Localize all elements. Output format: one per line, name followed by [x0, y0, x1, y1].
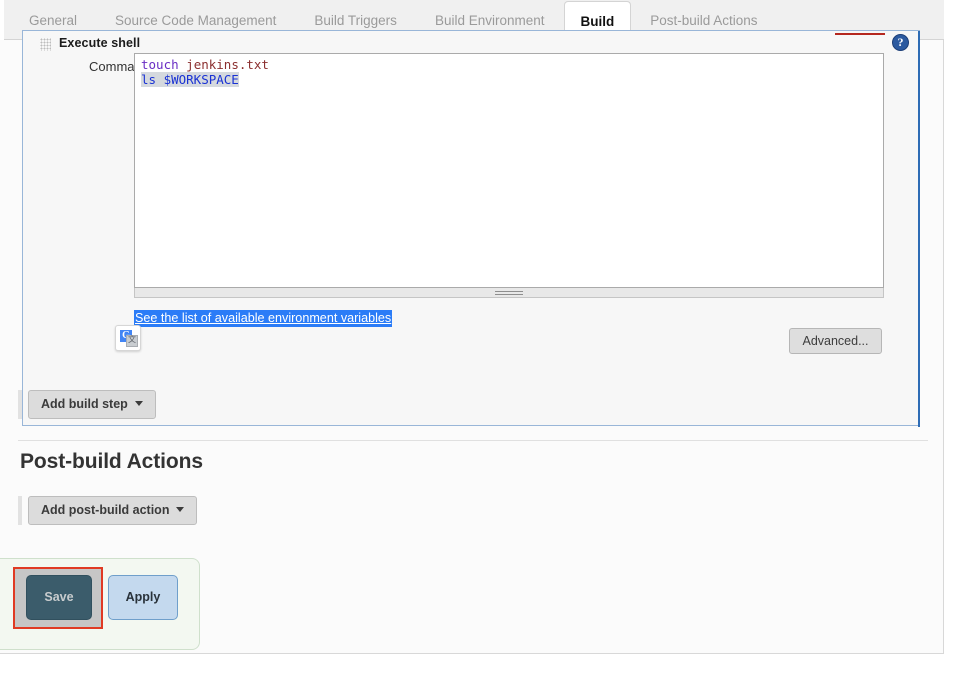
apply-button[interactable]: Apply — [108, 575, 178, 620]
focus-edge-indicator — [918, 31, 920, 427]
add-post-build-action-label: Add post-build action — [41, 503, 170, 517]
add-build-step-container: Add build step — [18, 390, 218, 419]
add-post-build-action-button[interactable]: Add post-build action — [28, 496, 198, 525]
build-step-title: Execute shell — [59, 36, 141, 50]
chevron-down-icon — [176, 507, 185, 513]
drag-grip-icon[interactable] — [40, 37, 51, 51]
google-translate-target-glyph — [126, 334, 138, 347]
post-build-actions-heading: Post-build Actions — [20, 450, 203, 473]
environment-variables-link[interactable]: See the list of available environment va… — [134, 310, 393, 327]
page-bottom-strip — [0, 654, 944, 676]
command-code-content: touch jenkins.txt ls $WORKSPACE — [141, 57, 877, 87]
section-divider — [18, 440, 928, 441]
code-token-argument: jenkins.txt — [178, 57, 269, 72]
build-step-execute-shell: Execute shell ? Command touch jenkins.tx… — [22, 30, 921, 427]
code-token-selected: ls $WORKSPACE — [141, 71, 239, 87]
google-translate-icon[interactable]: G — [115, 325, 141, 351]
add-build-step-label: Add build step — [41, 397, 128, 411]
textarea-resize-handle[interactable] — [134, 288, 884, 298]
config-content-area: Execute shell ? Command touch jenkins.tx… — [0, 30, 944, 654]
code-token-command: touch — [141, 57, 179, 72]
command-textarea[interactable]: touch jenkins.txt ls $WORKSPACE — [134, 53, 884, 288]
jenkins-job-config-page: General Source Code Management Build Tri… — [0, 0, 954, 676]
red-annotation-line — [835, 33, 885, 35]
add-build-step-button[interactable]: Add build step — [28, 390, 156, 419]
chevron-down-icon — [134, 401, 143, 407]
advanced-button[interactable]: Advanced... — [789, 328, 882, 354]
add-post-build-action-container: Add post-build action — [18, 496, 198, 525]
question-mark-help-icon[interactable]: ? — [892, 34, 909, 51]
build-step-header: Execute shell ? — [23, 31, 921, 55]
save-button[interactable]: Save — [26, 575, 92, 620]
form-action-bar: Save Apply — [0, 558, 200, 650]
